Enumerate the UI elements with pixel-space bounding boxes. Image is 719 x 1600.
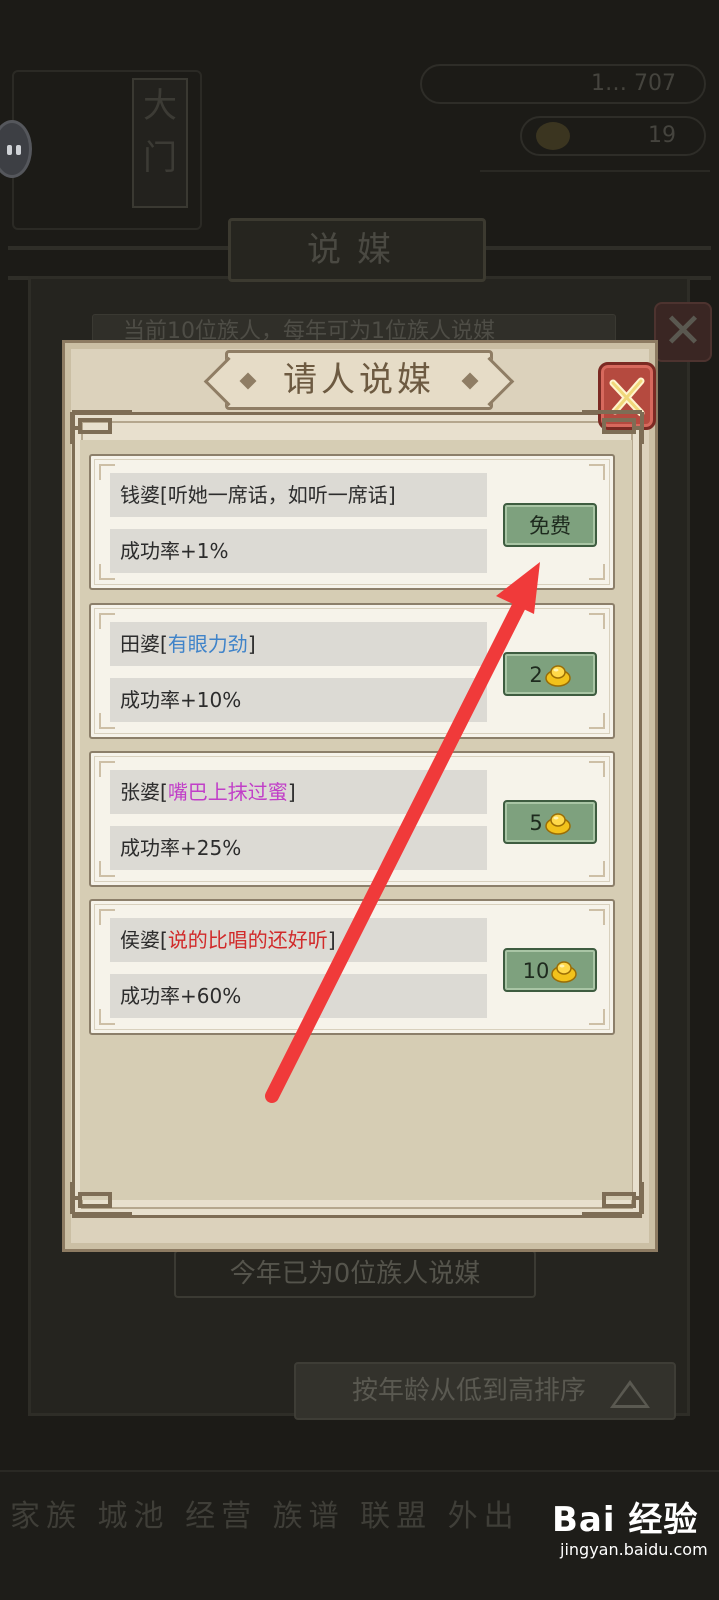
gold-ingot-icon <box>551 961 578 983</box>
matchmaker-name: 钱婆 <box>120 483 160 507</box>
matchmaker-trait: 有眼力劲 <box>167 632 248 656</box>
sort-by-age-button[interactable]: 按年龄从低到高排序 <box>294 1362 676 1420</box>
matchmaker-trait: 听她一席话，如听一席话 <box>167 483 388 507</box>
baidu-watermark: Bai 经验 jingyan.baidu.com <box>552 1500 712 1590</box>
hire-paid-button[interactable]: 5 <box>503 800 597 844</box>
hire-free-button[interactable]: 免费 <box>503 503 597 547</box>
success-rate-text: 成功率+25% <box>110 826 487 870</box>
matchmaker-row: 钱婆[听她一席话，如听一席话] 成功率+1% 免费 <box>89 454 615 590</box>
hire-paid-button[interactable]: 10 <box>503 948 597 992</box>
matchmaker-name: 张婆 <box>120 780 160 804</box>
matchmaker-name: 田婆 <box>120 632 160 656</box>
matchmaker-name-line: 田婆[有眼力劲] <box>110 622 487 666</box>
watermark-url: jingyan.baidu.com <box>560 1540 708 1559</box>
matchmaker-row: 侯婆[说的比唱的还好听] 成功率+60% 10 <box>89 899 615 1035</box>
sort-button-label: 按年龄从低到高排序 <box>352 1376 587 1406</box>
dialog-title: 请人说媒 <box>283 360 435 400</box>
fretwork-corner-icon <box>582 1182 644 1216</box>
background-icon-row <box>480 170 710 220</box>
background-close-icon[interactable]: ✕ <box>654 302 712 362</box>
cost-label: 5 <box>529 811 543 835</box>
fretwork-corner-icon <box>582 410 644 444</box>
resource-counter-second: 19 <box>520 116 706 156</box>
matchmaker-row: 张婆[嘴巴上抹过蜜] 成功率+25% 5 <box>89 751 615 887</box>
cost-label: 免费 <box>529 514 571 538</box>
triangle-up-icon <box>610 1380 650 1408</box>
background-vertical-sign: 大门 <box>132 78 188 208</box>
matchmaker-row: 田婆[有眼力劲] 成功率+10% 2 <box>89 603 615 739</box>
gold-ingot-icon <box>544 665 571 687</box>
diamond-ornament-icon <box>239 372 257 390</box>
hire-paid-button[interactable]: 2 <box>503 652 597 696</box>
resource-counter-top: 1… 707 <box>420 64 706 104</box>
cost-label: 2 <box>529 663 543 687</box>
matchmaker-name-line: 钱婆[听她一席话，如听一席话] <box>110 473 487 517</box>
matchmaker-name-line: 侯婆[说的比唱的还好听] <box>110 918 487 962</box>
matchmaker-name-line: 张婆[嘴巴上抹过蜜] <box>110 770 487 814</box>
success-rate-text: 成功率+60% <box>110 974 487 1018</box>
success-rate-text: 成功率+1% <box>110 529 487 573</box>
diamond-ornament-icon <box>461 372 479 390</box>
fretwork-corner-icon <box>70 410 132 444</box>
fretwork-corner-icon <box>70 1182 132 1216</box>
background-screen-title: 说媒 <box>228 218 486 282</box>
dialog-title-plaque: 请人说媒 <box>225 350 493 410</box>
cost-label: 10 <box>522 959 550 983</box>
success-rate-text: 成功率+10% <box>110 678 487 722</box>
year-matchmaking-status: 今年已为0位族人说媒 <box>174 1250 536 1298</box>
matchmaker-name: 侯婆 <box>120 928 160 952</box>
matchmaker-trait: 嘴巴上抹过蜜 <box>167 780 288 804</box>
watermark-main: Bai 经验 <box>552 1500 699 1540</box>
gold-ingot-icon <box>544 813 571 835</box>
matchmaker-trait: 说的比唱的还好听 <box>167 928 328 952</box>
